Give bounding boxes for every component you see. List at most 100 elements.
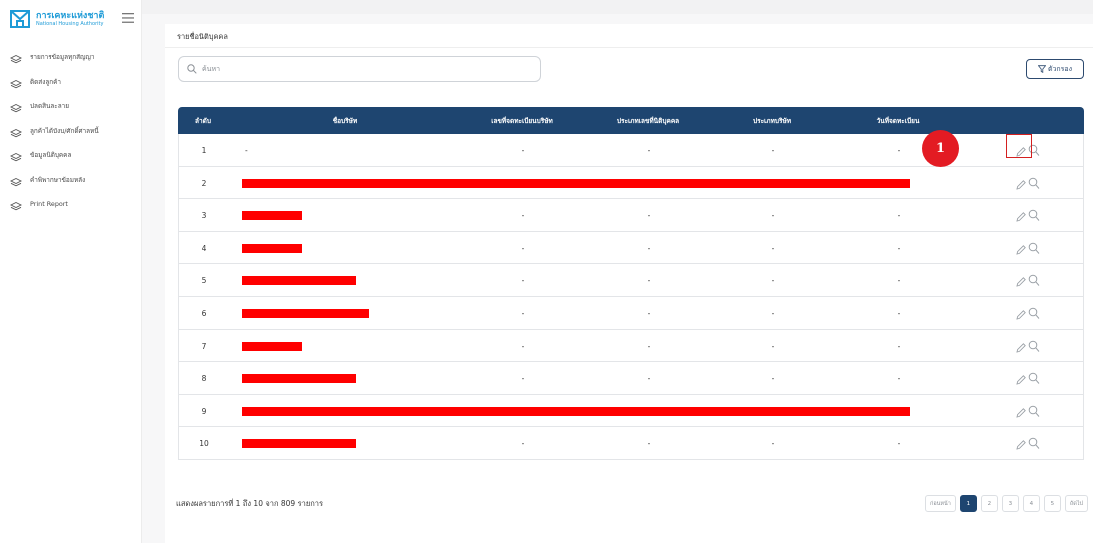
sidebar-item-7[interactable]: Print Report: [9, 192, 138, 217]
sidebar-item-5[interactable]: ข้อมูลนิติบุคคล: [9, 143, 138, 168]
sidebar-item-label: ปลดสินละลาย: [30, 102, 69, 111]
search-icon[interactable]: [1028, 272, 1040, 287]
search-placeholder: ค้นหา: [202, 64, 221, 73]
search-icon[interactable]: [1028, 435, 1040, 450]
table-row: 8 - - - -: [178, 362, 1084, 395]
row-number: 1: [201, 146, 207, 155]
sidebar-menu: รายการข้อมูลทุกสัญญาติดส่งลูกค้าปลดสินละ…: [9, 45, 138, 217]
table-row: 2: [178, 166, 1084, 200]
layers-icon: [9, 149, 23, 162]
prev-page-button[interactable]: ก่อนหน้า: [925, 495, 956, 512]
logo-title: การเคหะแห่งชาติ: [36, 10, 105, 21]
cell-value: -: [897, 211, 901, 221]
row-number: 9: [201, 406, 207, 416]
cell-value: -: [521, 276, 525, 286]
edit-icon[interactable]: [1015, 306, 1027, 320]
edit-icon[interactable]: [1015, 208, 1027, 222]
edit-icon[interactable]: [1015, 339, 1027, 353]
funnel-icon: [1037, 65, 1046, 73]
top-bar: [142, 0, 1093, 14]
sidebar: การเคหะแห่งชาติ National Housing Authori…: [0, 0, 142, 543]
sidebar-item-3[interactable]: ปลดสินละลาย: [9, 94, 138, 119]
redaction-bar: [242, 439, 356, 449]
cell-value: -: [647, 276, 651, 286]
layers-icon: [9, 125, 23, 138]
search-icon[interactable]: [1028, 175, 1040, 189]
search-icon[interactable]: [1028, 370, 1040, 384]
sidebar-item-2[interactable]: ติดส่งลูกค้า: [9, 70, 138, 95]
cell-value: -: [647, 439, 651, 449]
next-page-button[interactable]: ถัดไป: [1064, 495, 1089, 512]
edit-icon[interactable]: [1015, 241, 1027, 255]
row-number: 8: [201, 374, 207, 384]
juristic-table: ลำดับ ชื่อบริษัท เลขที่จดทะเบียนบริษัท ประเ…: [178, 107, 1084, 460]
edit-icon[interactable]: [1015, 404, 1027, 418]
page-button-4[interactable]: 4: [1022, 495, 1040, 512]
sidebar-item-label: Print Report: [30, 200, 68, 209]
row-number: 7: [201, 341, 207, 351]
cell-value: -: [647, 211, 651, 221]
logo[interactable]: การเคหะแห่งชาติ National Housing Authori…: [10, 10, 104, 28]
sidebar-item-6[interactable]: คำพิพากษาข้อมหลัง: [9, 168, 138, 193]
row-number: 10: [199, 439, 209, 449]
cell-value: -: [771, 374, 775, 384]
redaction-bar: [242, 276, 356, 286]
redaction-bar: [242, 211, 302, 221]
edit-icon[interactable]: [1015, 371, 1027, 385]
redaction-bar: [242, 308, 369, 318]
page-button-2[interactable]: 2: [980, 495, 998, 512]
column-header: ลำดับ: [195, 117, 211, 125]
search-icon[interactable]: [1028, 207, 1040, 222]
sidebar-item-4[interactable]: ลูกค้าได้บังบ/ศักดิ์ศาลหนี้: [9, 119, 138, 144]
cell-value: -: [897, 308, 901, 318]
search-input[interactable]: ค้นหา: [178, 56, 541, 82]
cell-value: -: [771, 341, 775, 351]
main-area: รายชื่อนิติบุคคล ค้นหา ตัวกรอง ลำดับ ชื่อ…: [142, 0, 1093, 543]
row-number: 6: [201, 308, 207, 318]
filter-button[interactable]: ตัวกรอง: [1026, 59, 1084, 79]
search-icon[interactable]: [1028, 338, 1040, 352]
column-header: ประเภทบริษัท: [752, 117, 792, 125]
page-button-5[interactable]: 5: [1043, 495, 1061, 512]
sidebar-item-1[interactable]: รายการข้อมูลทุกสัญญา: [9, 45, 138, 70]
redaction-bar: [242, 406, 910, 416]
table-body: 1 - - - - - 1 2 3 - - - - 4 - - - - 5 - - - - 6 - - - - 7 - - - - 8 - - - - 9 1…: [178, 130, 1084, 460]
page-button-3[interactable]: 3: [1001, 495, 1019, 512]
page-header: รายชื่อนิติบุคคล: [165, 24, 1093, 48]
search-icon[interactable]: [1028, 403, 1040, 417]
cell-value: -: [897, 243, 901, 253]
redaction-bar: [242, 178, 910, 188]
table-row: 4 - - - -: [178, 231, 1084, 265]
company-name: -: [245, 146, 248, 155]
edit-icon[interactable]: [1015, 176, 1027, 190]
column-header: ประเภทเลขที่นิติบุคคล: [616, 117, 680, 125]
edit-icon[interactable]: [1015, 436, 1027, 450]
edit-icon[interactable]: [1015, 273, 1027, 287]
row-number: 3: [201, 211, 207, 221]
logo-subtitle: National Housing Authority: [36, 20, 104, 27]
row-number: 2: [201, 178, 207, 188]
cell-value: -: [771, 243, 775, 253]
cell-value: -: [771, 308, 775, 318]
sidebar-item-label: ลูกค้าได้บังบ/ศักดิ์ศาลหนี้: [30, 126, 99, 135]
cell-value: -: [647, 146, 651, 155]
table-row: 6 - - - -: [178, 296, 1084, 330]
cell-value: -: [647, 308, 651, 318]
hamburger-icon[interactable]: [122, 13, 134, 23]
table-row: 7 - - - -: [178, 329, 1084, 363]
sidebar-item-label: รายการข้อมูลทุกสัญญา: [30, 53, 95, 62]
cell-value: -: [771, 276, 775, 286]
cell-value: -: [521, 146, 525, 155]
content-panel: ค้นหา ตัวกรอง ลำดับ ชื่อบริษัท เลขที่จดทะเ…: [165, 48, 1093, 543]
layers-icon: [9, 51, 23, 64]
table-row: 10 - - - -: [178, 427, 1084, 460]
page-button-1[interactable]: 1: [959, 495, 977, 512]
cell-value: -: [897, 341, 901, 351]
search-icon[interactable]: [1028, 240, 1040, 254]
row-number: 4: [201, 243, 207, 253]
cell-value: -: [771, 439, 775, 449]
layers-icon: [9, 174, 23, 187]
redaction-bar: [242, 341, 302, 351]
logo-icon: [10, 10, 30, 28]
search-icon[interactable]: [1028, 305, 1040, 319]
